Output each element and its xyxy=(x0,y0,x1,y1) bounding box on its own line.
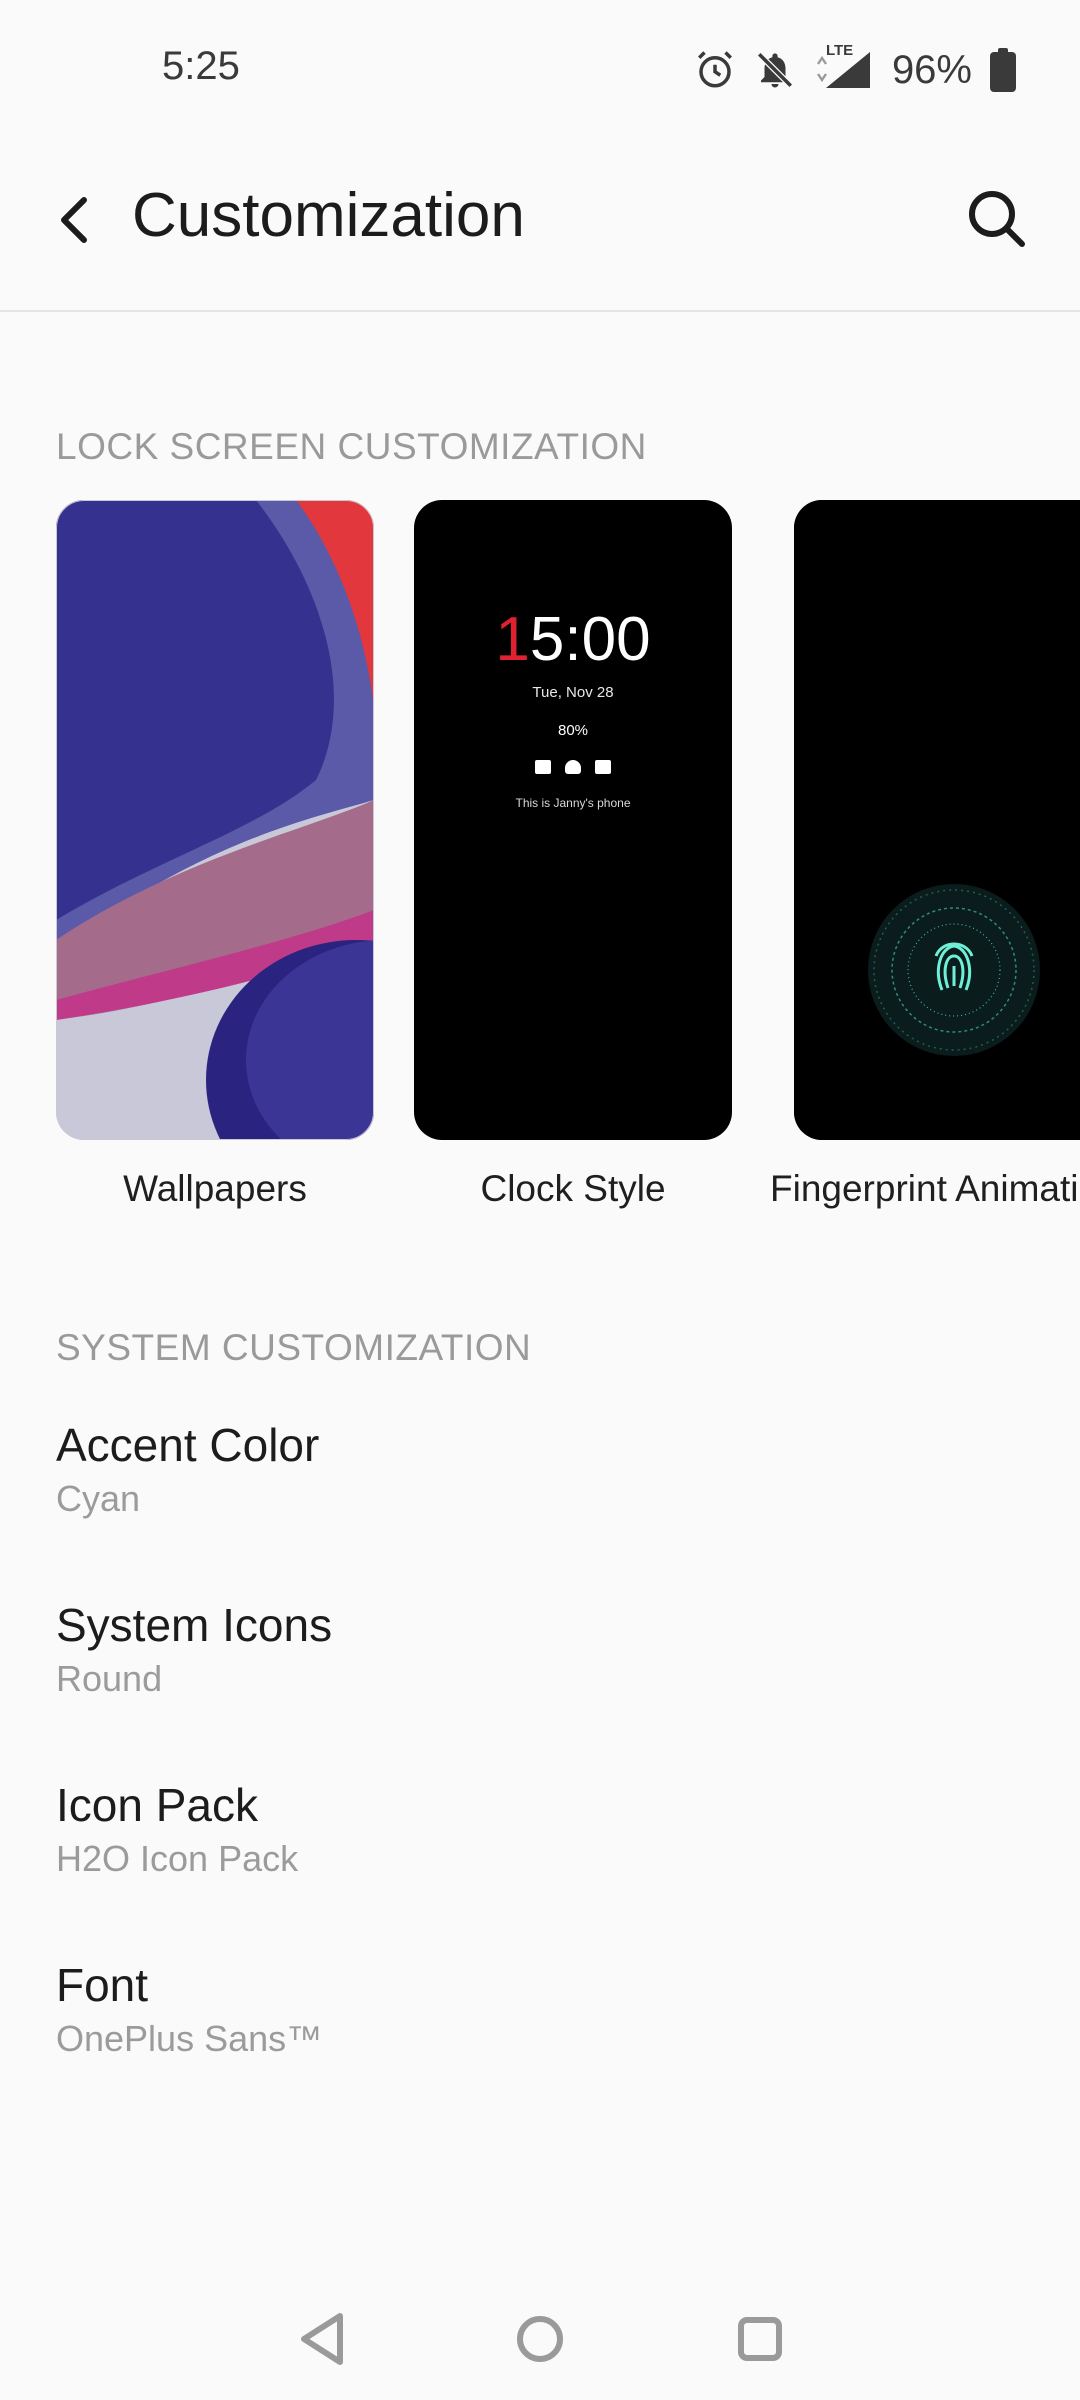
fingerprint-animation-card[interactable] xyxy=(794,500,1080,1140)
setting-value: H2O Icon Pack xyxy=(56,1838,299,1879)
battery-percent: 96% xyxy=(891,47,972,92)
page-title: Customization xyxy=(132,181,525,250)
clock-preview-notification-icons xyxy=(414,760,732,774)
signal-icon: LTE xyxy=(814,42,874,92)
back-arrow-icon xyxy=(61,197,87,243)
clock-preview-date: Tue, Nov 28 xyxy=(532,684,614,701)
battery-icon xyxy=(990,48,1016,92)
status-time: 5:25 xyxy=(162,44,240,88)
clock-preview-time-accent: 1 xyxy=(495,605,530,674)
setting-title: System Icons xyxy=(56,1599,333,1651)
setting-title: Font xyxy=(56,1959,149,2011)
nav-recents-icon xyxy=(738,2317,782,2361)
mail-icon xyxy=(535,760,551,774)
fingerprint-animation-label: Fingerprint Animation xyxy=(770,1168,1080,1209)
nav-recents-button[interactable] xyxy=(725,2304,795,2374)
lock-screen-carousel[interactable]: Wallpapers 15:00 Tue, Nov 28 80% This is… xyxy=(0,500,1080,1240)
clock-preview-time-rest: 5:00 xyxy=(529,605,651,674)
clock-style-label: Clock Style xyxy=(480,1168,666,1209)
navigation-bar xyxy=(0,2280,1080,2400)
font-setting[interactable]: Font OnePlus Sans™ xyxy=(56,1958,1016,2108)
facebook-icon xyxy=(595,760,611,774)
nav-home-icon xyxy=(517,2316,563,2362)
search-button[interactable] xyxy=(964,186,1028,250)
toolbar: Customization xyxy=(0,150,1080,310)
icon-pack-setting[interactable]: Icon Pack H2O Icon Pack xyxy=(56,1778,1016,1928)
wallpapers-card[interactable] xyxy=(56,500,374,1140)
setting-title: Accent Color xyxy=(56,1419,320,1471)
setting-value: Cyan xyxy=(56,1478,141,1519)
status-bar: 5:25 LTE 96% xyxy=(0,0,1080,140)
notifications-off-icon xyxy=(754,49,796,91)
wallpapers-label: Wallpapers xyxy=(123,1168,307,1209)
accent-color-setting[interactable]: Accent Color Cyan xyxy=(56,1418,1016,1568)
toolbar-divider xyxy=(0,310,1080,312)
setting-value: Round xyxy=(56,1658,163,1699)
system-icons-setting[interactable]: System Icons Round xyxy=(56,1598,1016,1748)
status-icons: LTE 96% xyxy=(694,40,1016,100)
clock-preview-battery: 80% xyxy=(557,722,589,739)
nav-home-button[interactable] xyxy=(505,2304,575,2374)
snapchat-icon xyxy=(565,760,581,774)
clock-preview-time: 15:00 xyxy=(414,604,732,675)
back-button[interactable] xyxy=(48,190,100,250)
setting-value: OnePlus Sans™ xyxy=(56,2018,323,2059)
fingerprint-icon xyxy=(794,500,1080,1140)
alarm-icon xyxy=(694,49,736,91)
setting-title: Icon Pack xyxy=(56,1779,258,1831)
lock-screen-section-header: LOCK SCREEN CUSTOMIZATION xyxy=(56,426,647,467)
network-type-label: LTE xyxy=(825,42,854,59)
nav-back-icon xyxy=(301,2313,343,2365)
search-icon xyxy=(969,191,1025,247)
clock-style-card[interactable]: 15:00 Tue, Nov 28 80% This is Janny's ph… xyxy=(414,500,732,1140)
nav-back-button[interactable] xyxy=(288,2304,358,2374)
system-section-header: SYSTEM CUSTOMIZATION xyxy=(56,1327,532,1368)
clock-preview-owner-info: This is Janny's phone xyxy=(515,796,631,810)
wallpaper-preview-image xyxy=(56,500,374,1140)
